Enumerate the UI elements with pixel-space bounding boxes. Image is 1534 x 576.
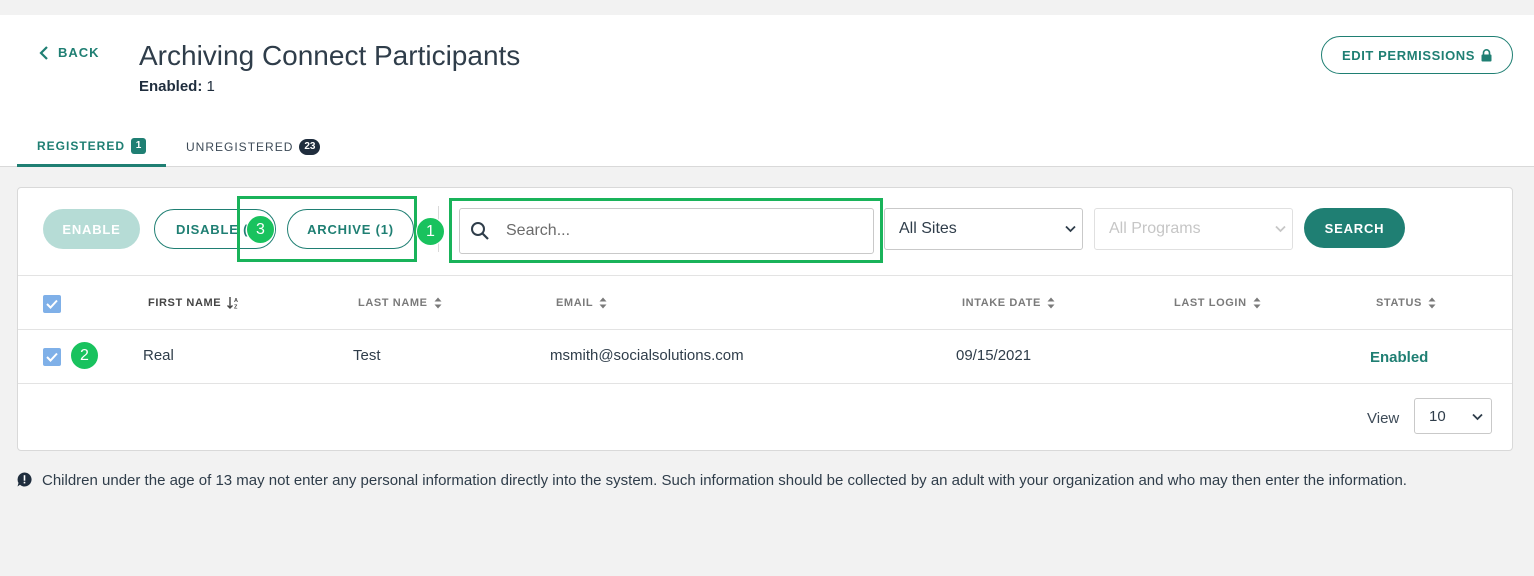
sort-az-icon: AZ [227, 297, 239, 310]
chevron-down-icon [1472, 413, 1483, 421]
tab-unregistered-count: 23 [299, 139, 321, 155]
column-status[interactable]: STATUS [1376, 297, 1436, 309]
column-status-label: STATUS [1376, 297, 1422, 309]
privacy-notice-text: Children under the age of 13 may not ent… [42, 472, 1407, 489]
back-label: BACK [58, 45, 100, 60]
column-intake-date[interactable]: INTAKE DATE [962, 297, 1055, 309]
page-size-value: 10 [1429, 407, 1446, 425]
edit-permissions-label: EDIT PERMISSIONS [1341, 47, 1476, 63]
checkmark-icon [46, 299, 58, 309]
page-size-label: View [1367, 410, 1400, 427]
enabled-count: 1 [206, 78, 215, 95]
lock-icon [1481, 48, 1492, 61]
tab-unregistered[interactable]: UNREGISTERED 23 [166, 127, 340, 167]
search-button[interactable]: SEARCH [1304, 208, 1405, 248]
programs-select[interactable]: All Programs [1094, 208, 1293, 250]
tab-registered[interactable]: REGISTERED 1 [17, 127, 167, 167]
step-badge-2: 2 [70, 341, 99, 370]
cell-email: msmith@socialsolutions.com [550, 347, 744, 364]
actions-toolbar: ENABLE DISABLE (1) ARCHIVE (1) All Sites… [18, 188, 1512, 276]
archive-button[interactable]: ARCHIVE (1) [287, 209, 414, 249]
page-header: BACK Archiving Connect Participants Enab… [0, 15, 1534, 167]
back-button[interactable]: BACK [38, 45, 100, 60]
cell-last-name: Test [353, 347, 381, 364]
edit-permissions-button[interactable]: EDIT PERMISSIONS [1321, 36, 1513, 74]
participants-card: ENABLE DISABLE (1) ARCHIVE (1) All Sites… [17, 187, 1513, 451]
search-input[interactable] [506, 222, 856, 240]
chevron-down-icon [1275, 225, 1286, 233]
chevron-left-icon [39, 45, 48, 60]
sort-icon [1428, 297, 1436, 309]
chevron-down-icon [1065, 225, 1076, 233]
enabled-summary: Enabled: 1 [139, 78, 215, 95]
status-badge: Enabled [1370, 349, 1429, 366]
checkmark-icon [46, 352, 58, 362]
column-last-name[interactable]: LAST NAME [358, 297, 442, 309]
page-size-select[interactable]: 10 [1414, 398, 1492, 434]
column-intake-date-label: INTAKE DATE [962, 297, 1041, 309]
table-row[interactable]: 2 Real Test msmith@socialsolutions.com 0… [18, 330, 1512, 384]
svg-text:Z: Z [234, 305, 238, 310]
search-icon [471, 222, 489, 240]
privacy-notice: Children under the age of 13 may not ent… [17, 470, 1507, 492]
step-badge-1: 1 [416, 217, 445, 246]
tab-unregistered-label: UNREGISTERED [186, 140, 294, 154]
select-all-checkbox[interactable] [43, 295, 61, 313]
page-title: Archiving Connect Participants [139, 40, 521, 71]
sort-icon [434, 297, 442, 309]
sort-icon [599, 297, 607, 309]
step-badge-3: 3 [246, 215, 275, 244]
sort-icon [1253, 297, 1261, 309]
programs-select-value: All Programs [1109, 220, 1201, 237]
table-header: FIRST NAME AZ LAST NAME EMAIL INTAKE DAT… [18, 276, 1512, 330]
participant-tabs: REGISTERED 1 UNREGISTERED 23 [17, 127, 340, 167]
tab-registered-label: REGISTERED [37, 138, 126, 153]
column-email-label: EMAIL [556, 297, 594, 309]
svg-text:A: A [234, 298, 239, 304]
row-checkbox[interactable] [43, 348, 61, 366]
cell-intake-date: 09/15/2021 [956, 347, 1032, 364]
column-first-name[interactable]: FIRST NAME AZ [148, 297, 241, 309]
column-email[interactable]: EMAIL [556, 297, 607, 309]
cell-first-name: Real [143, 347, 174, 364]
search-field[interactable] [459, 208, 874, 254]
column-first-name-label: FIRST NAME [148, 297, 222, 309]
alert-icon [17, 472, 32, 487]
sort-icon [1047, 297, 1055, 309]
tab-registered-count: 1 [131, 137, 147, 154]
enable-button[interactable]: ENABLE [43, 209, 140, 249]
sites-select[interactable]: All Sites [884, 208, 1083, 250]
column-last-login-label: LAST LOGIN [1174, 297, 1247, 309]
column-last-name-label: LAST NAME [358, 297, 428, 309]
enabled-label: Enabled: [139, 78, 203, 95]
column-last-login[interactable]: LAST LOGIN [1174, 297, 1261, 309]
sites-select-value: All Sites [899, 220, 957, 237]
